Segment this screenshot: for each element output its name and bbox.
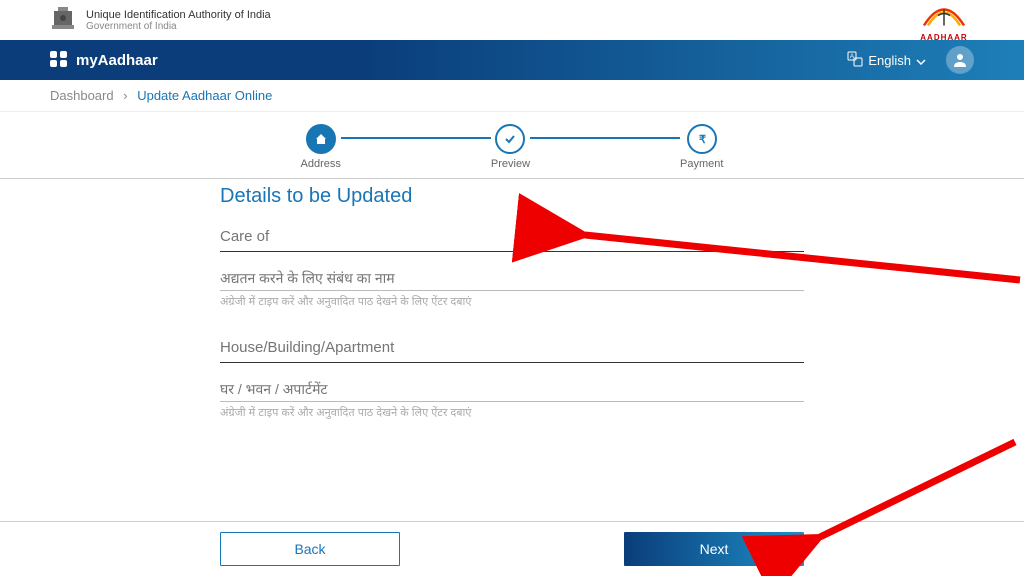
nav-title: myAadhaar bbox=[76, 52, 847, 69]
org-text-block: Unique Identification Authority of India… bbox=[86, 9, 914, 32]
breadcrumb: Dashboard › Update Aadhaar Online bbox=[0, 80, 1024, 112]
breadcrumb-dashboard[interactable]: Dashboard bbox=[50, 88, 114, 103]
nav-bar: myAadhaar A English bbox=[0, 40, 1024, 80]
section-title: Details to be Updated bbox=[220, 179, 804, 226]
form-area: Details to be Updated अंग्रेजी में टाइप … bbox=[0, 179, 1024, 420]
breadcrumb-separator-icon: › bbox=[123, 88, 127, 103]
language-label: English bbox=[868, 53, 911, 68]
step-connector bbox=[341, 137, 491, 139]
care-of-input[interactable] bbox=[220, 226, 804, 247]
house-helper: अंग्रेजी में टाइप करें और अनुवादित पाठ द… bbox=[220, 405, 804, 420]
home-icon bbox=[306, 124, 336, 154]
apps-icon[interactable] bbox=[50, 51, 68, 69]
step-payment: ₹ Payment bbox=[680, 124, 723, 170]
aadhaar-logo: AADHAAR bbox=[914, 0, 974, 42]
house-field-group: अंग्रेजी में टाइप करें और अनुवादित पाठ द… bbox=[220, 337, 804, 420]
step-payment-label: Payment bbox=[680, 158, 723, 170]
user-avatar-icon[interactable] bbox=[946, 46, 974, 74]
care-of-hindi-input[interactable] bbox=[220, 268, 804, 288]
org-title: Unique Identification Authority of India bbox=[86, 9, 914, 21]
care-of-field-group: अंग्रेजी में टाइप करें और अनुवादित पाठ द… bbox=[220, 226, 804, 309]
step-preview: Preview bbox=[491, 124, 530, 170]
house-input[interactable] bbox=[220, 337, 804, 358]
stepper: Address Preview ₹ Payment bbox=[0, 112, 1024, 178]
footer-bar: Back Next bbox=[0, 521, 1024, 576]
next-button[interactable]: Next bbox=[624, 532, 804, 566]
rupee-icon: ₹ bbox=[687, 124, 717, 154]
step-address: Address bbox=[301, 124, 341, 170]
breadcrumb-current: Update Aadhaar Online bbox=[137, 88, 272, 103]
care-of-helper: अंग्रेजी में टाइप करें और अनुवादित पाठ द… bbox=[220, 294, 804, 309]
org-subtitle: Government of India bbox=[86, 21, 914, 32]
step-preview-label: Preview bbox=[491, 158, 530, 170]
step-address-label: Address bbox=[301, 158, 341, 170]
svg-text:₹: ₹ bbox=[699, 134, 706, 146]
india-emblem-icon bbox=[50, 5, 76, 35]
back-button[interactable]: Back bbox=[220, 532, 400, 566]
aadhaar-logo-text: AADHAAR bbox=[914, 33, 974, 42]
chevron-down-icon bbox=[916, 53, 926, 68]
svg-text:A: A bbox=[850, 54, 854, 60]
translate-icon: A bbox=[847, 51, 863, 70]
check-icon bbox=[495, 124, 525, 154]
house-hindi-input[interactable] bbox=[220, 379, 804, 399]
language-selector[interactable]: A English bbox=[847, 51, 926, 70]
step-connector bbox=[530, 137, 680, 139]
top-header: Unique Identification Authority of India… bbox=[0, 0, 1024, 40]
